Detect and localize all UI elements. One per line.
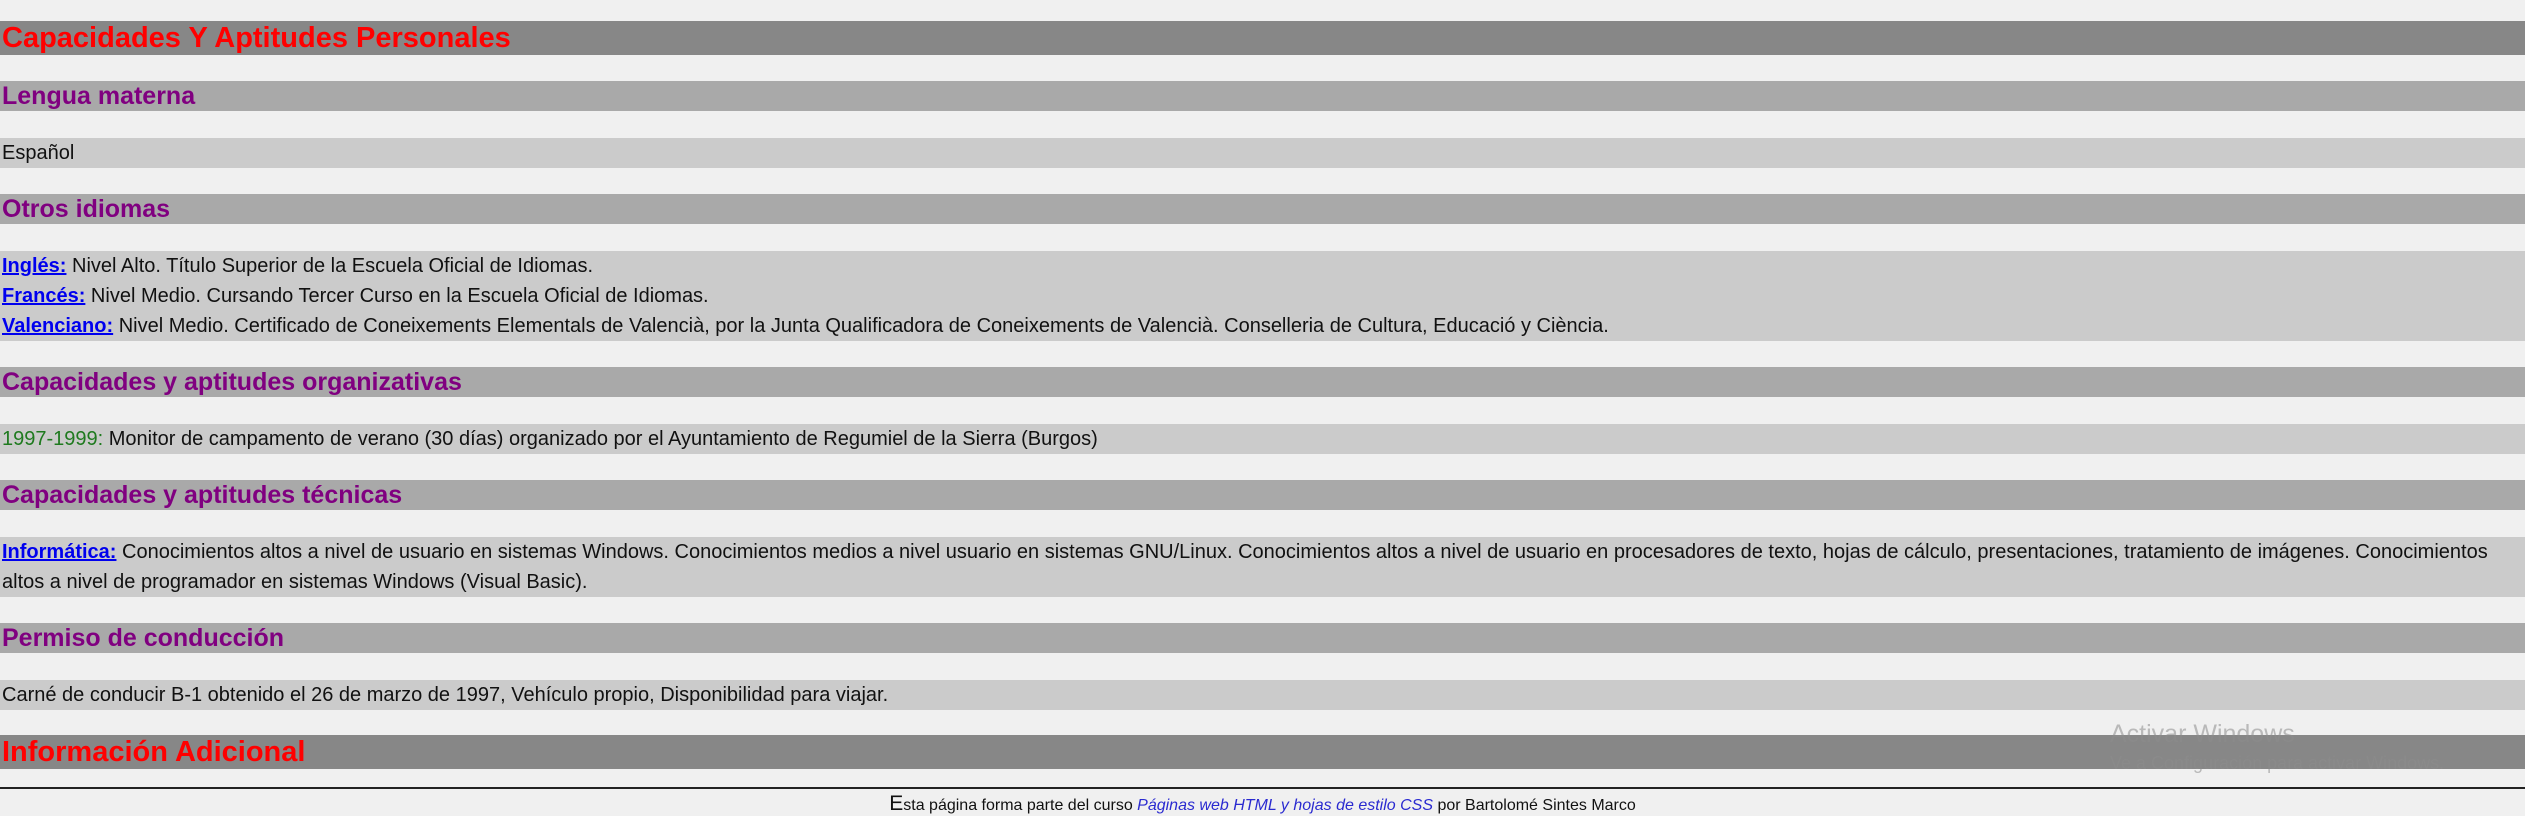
windows-activation-watermark: Activar Windows Ve a Configuración para … [2110,720,2444,774]
heading-otros-idiomas: Otros idiomas [0,194,2525,224]
idioma-ingles: Inglés: Nivel Alto. Título Superior de l… [2,251,2523,281]
footer-prefix: sta página forma parte del curso [903,797,1138,814]
idioma-frances: Francés: Nivel Medio. Cursando Tercer Cu… [2,281,2523,311]
idioma-valenciano: Valenciano: Nivel Medio. Certificado de … [2,311,2523,341]
heading-capacidades-personales: Capacidades Y Aptitudes Personales [0,21,2525,55]
idioma-valenciano-text: Nivel Medio. Certificado de Coneixements… [113,315,1609,337]
heading-capacidades-organizativas: Capacidades y aptitudes organizativas [0,367,2525,397]
tecnicas-box: Informática: Conocimientos altos a nivel… [0,537,2525,597]
organizativas-box: 1997-1999: Monitor de campamento de vera… [0,424,2525,454]
footer-divider [0,787,2525,789]
link-informatica[interactable]: Informática: [2,541,116,563]
lengua-materna-box: Español [0,138,2525,168]
lengua-materna-text: Español [2,142,75,164]
watermark-subtitle: Ve a Configuración para activar Windows. [2110,753,2445,773]
footer: Esta página forma parte del curso Página… [0,792,2525,816]
link-frances[interactable]: Francés: [2,285,85,307]
footer-initial: E [889,792,904,815]
heading-permiso-conduccion: Permiso de conducción [0,623,2525,653]
idioma-ingles-text: Nivel Alto. Título Superior de la Escuel… [66,255,594,277]
conduccion-box: Carné de conducir B-1 obtenido el 26 de … [0,680,2525,710]
organizativas-year: 1997-1999: [2,428,104,450]
footer-suffix: por Bartolomé Sintes Marco [1433,797,1636,814]
link-valenciano[interactable]: Valenciano: [2,315,113,337]
watermark-title: Activar Windows [2110,720,2295,748]
footer-course-link[interactable]: Páginas web HTML y hojas de estilo CSS [1137,797,1433,814]
link-ingles[interactable]: Inglés: [2,255,66,277]
organizativas-text: Monitor de campamento de verano (30 días… [103,428,1098,450]
conduccion-text: Carné de conducir B-1 obtenido el 26 de … [2,684,889,706]
otros-idiomas-box: Inglés: Nivel Alto. Título Superior de l… [0,251,2525,341]
heading-capacidades-tecnicas: Capacidades y aptitudes técnicas [0,480,2525,510]
heading-lengua-materna: Lengua materna [0,81,2525,111]
idioma-frances-text: Nivel Medio. Cursando Tercer Curso en la… [85,285,709,307]
tecnicas-text: Conocimientos altos a nivel de usuario e… [2,541,2488,593]
